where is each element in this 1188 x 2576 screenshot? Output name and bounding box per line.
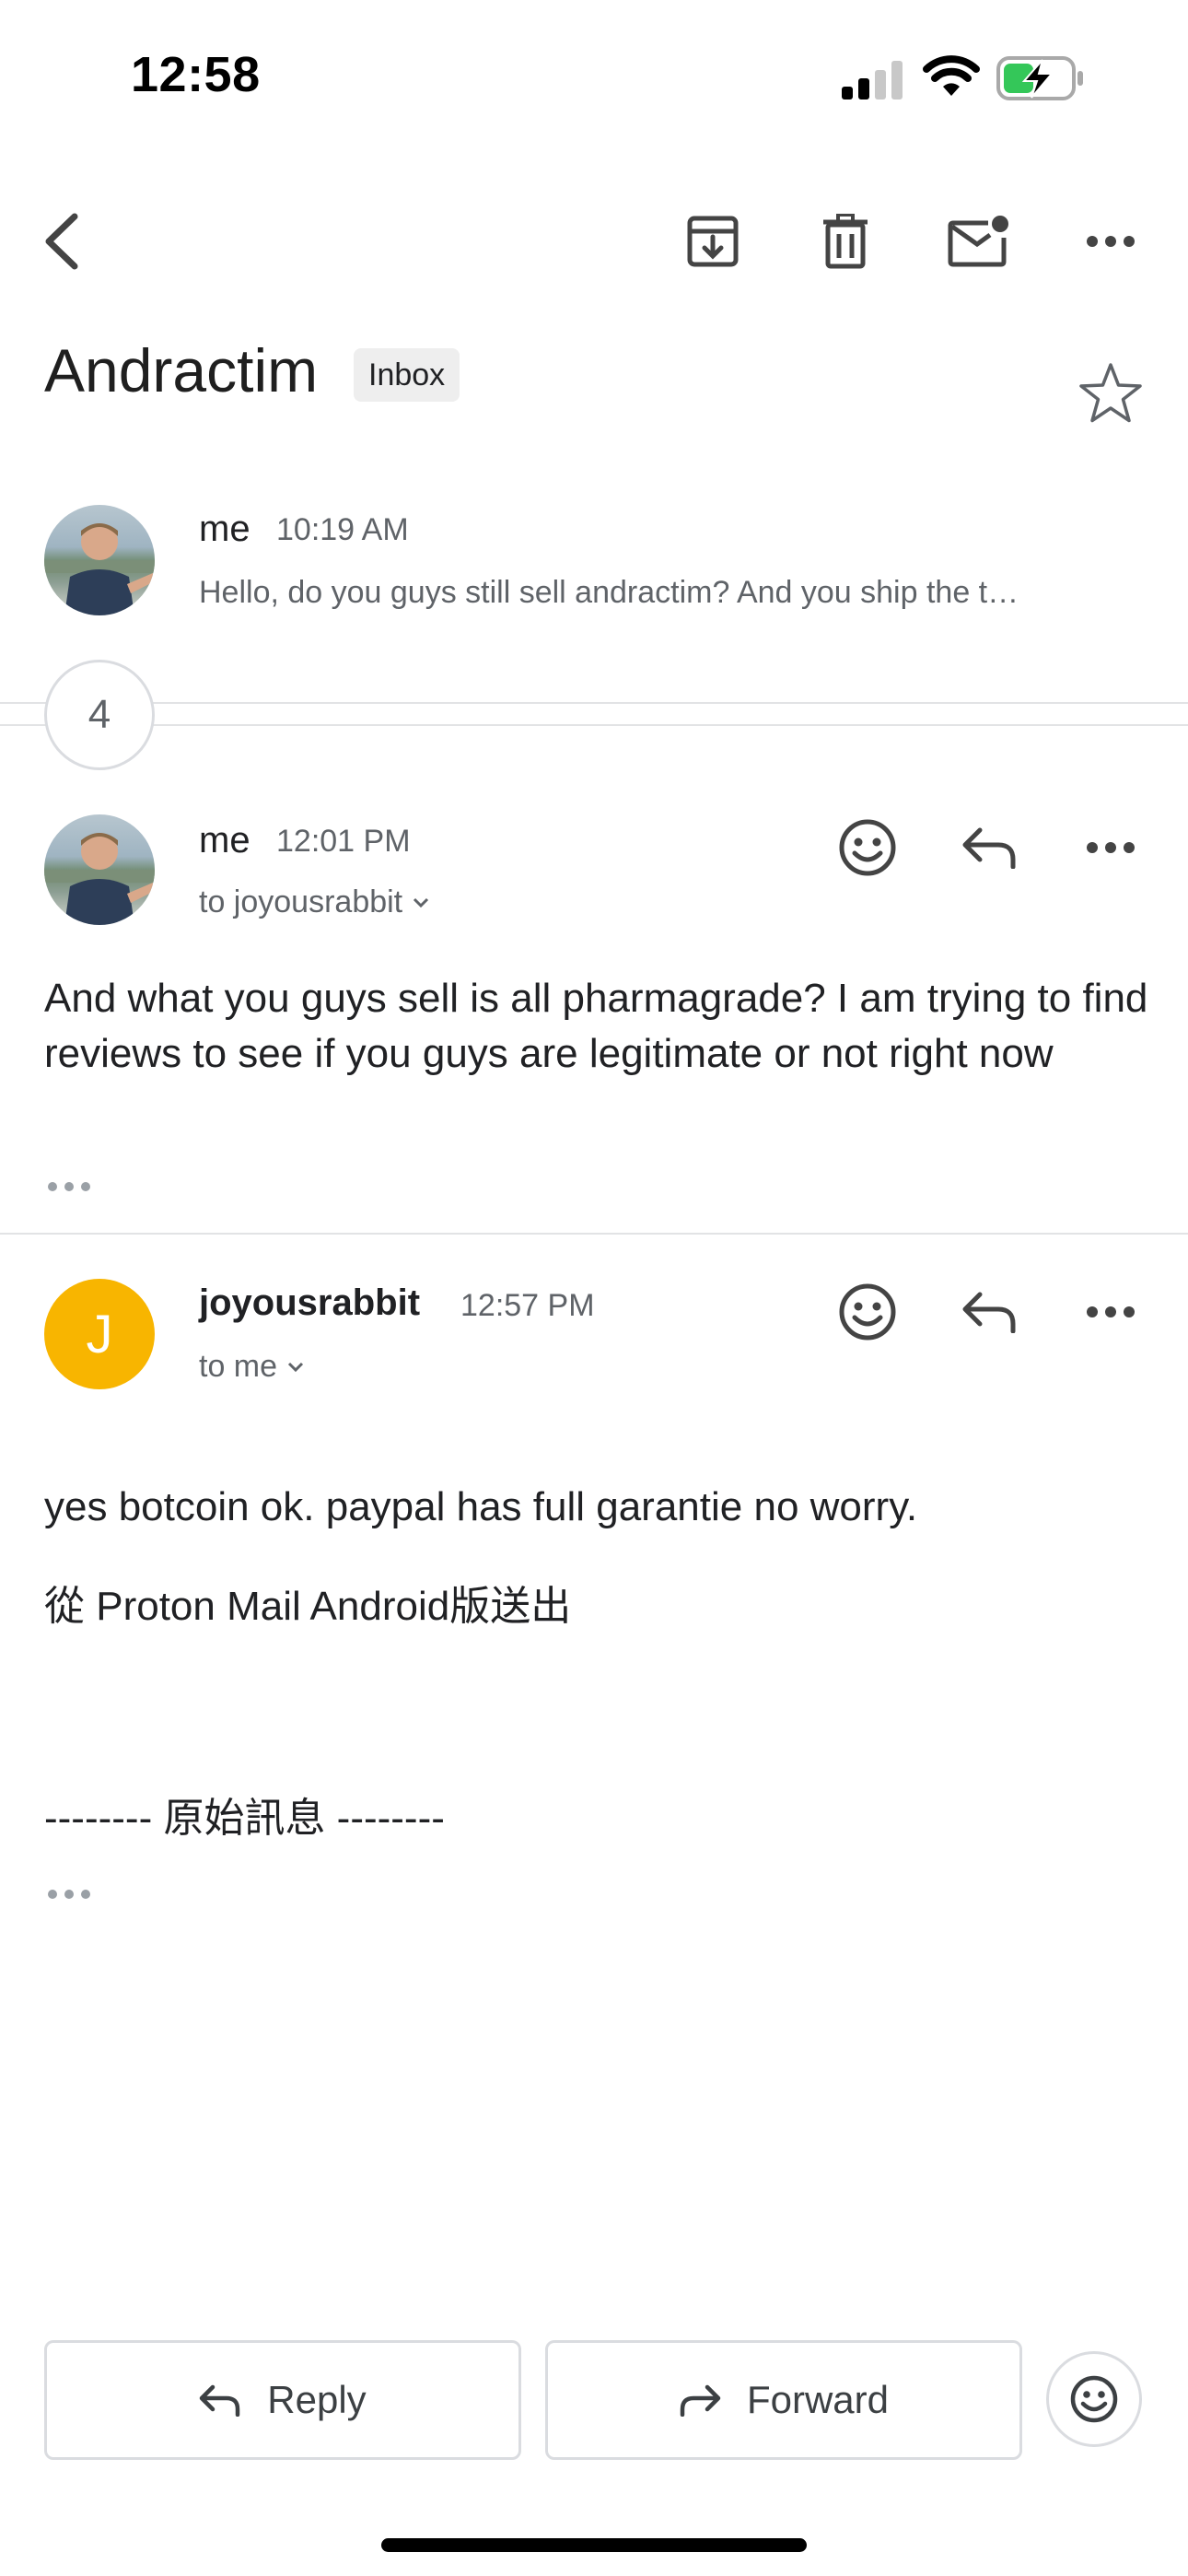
person-photo-icon <box>44 833 155 925</box>
recipients-text: to me <box>199 1349 278 1384</box>
message-time: 10:19 AM <box>276 512 409 547</box>
message-time: 12:01 PM <box>276 824 411 859</box>
message-snippet: Hello, do you guys still sell andractim?… <box>199 575 1019 610</box>
sender-name: joyousrabbit <box>199 1282 421 1323</box>
show-trimmed-content-button[interactable] <box>48 1885 98 1903</box>
message-more-button[interactable] <box>1074 811 1147 884</box>
forward-icon <box>680 2384 721 2417</box>
star-icon[interactable] <box>1076 359 1146 429</box>
chevron-down-icon <box>413 897 429 907</box>
inbox-label-chip[interactable]: Inbox <box>354 348 460 402</box>
thread-subject: Andractim <box>44 336 319 404</box>
back-button[interactable] <box>26 205 99 278</box>
status-time: 12:58 <box>131 47 261 102</box>
sender-avatar: J <box>44 1279 155 1389</box>
message-time: 12:57 PM <box>460 1288 595 1323</box>
chevron-down-icon <box>287 1362 304 1372</box>
divider <box>0 1233 1188 1235</box>
forward-button[interactable]: Forward <box>545 2340 1022 2460</box>
original-message-separator: -------- 原始訊息 -------- <box>44 1796 445 1841</box>
emoji-smile-icon <box>1070 2375 1118 2423</box>
mark-unread-button[interactable] <box>941 205 1015 278</box>
battery-charging-icon <box>996 56 1083 100</box>
home-indicator <box>381 2538 807 2552</box>
reply-button[interactable] <box>952 1275 1026 1349</box>
recipients-toggle[interactable]: to me <box>199 1349 305 1385</box>
divider <box>0 724 1188 726</box>
message-signature: 從 Proton Mail Android版送出 <box>44 1584 572 1629</box>
emoji-smile-icon <box>839 819 896 876</box>
more-horizontal-icon <box>1087 1306 1135 1317</box>
trash-icon <box>823 214 868 269</box>
reply-icon <box>962 827 1016 869</box>
more-horizontal-icon <box>1087 842 1135 853</box>
sender-avatar <box>44 814 155 925</box>
recipients-text: to joyousrabbit <box>199 884 403 919</box>
recipients-toggle[interactable]: to joyousrabbit <box>199 884 430 920</box>
divider <box>0 702 1188 704</box>
mail-unread-icon <box>948 216 1008 267</box>
sender-name: me <box>199 509 250 549</box>
react-button[interactable] <box>831 1275 904 1349</box>
archive-icon <box>687 216 739 267</box>
person-photo-icon <box>44 523 155 615</box>
reply-icon <box>200 2384 240 2417</box>
archive-button[interactable] <box>676 205 750 278</box>
wifi-icon <box>923 55 980 96</box>
sender-avatar <box>44 505 155 615</box>
reply-button[interactable] <box>952 811 1026 884</box>
collapsed-messages-count[interactable]: 4 <box>44 660 155 770</box>
cellular-signal-icon <box>842 61 903 100</box>
sender-name: me <box>199 820 250 861</box>
reply-icon <box>962 1292 1016 1333</box>
message-more-button[interactable] <box>1074 1275 1147 1349</box>
delete-button[interactable] <box>809 205 882 278</box>
show-trimmed-content-button[interactable] <box>48 1177 98 1196</box>
message-body: And what you guys sell is all pharmagrad… <box>44 976 1148 1076</box>
more-horizontal-icon <box>1087 236 1135 247</box>
more-options-button[interactable] <box>1074 205 1147 278</box>
reply-label: Reply <box>267 2378 367 2421</box>
react-button[interactable] <box>831 811 904 884</box>
chevron-left-icon <box>45 213 78 270</box>
emoji-smile-icon <box>839 1283 896 1341</box>
react-emoji-button[interactable] <box>1046 2351 1142 2447</box>
forward-label: Forward <box>746 2378 890 2421</box>
message-body-line: yes botcoin ok. paypal has full garantie… <box>44 1484 918 1529</box>
reply-all-button[interactable]: Reply <box>44 2340 521 2460</box>
